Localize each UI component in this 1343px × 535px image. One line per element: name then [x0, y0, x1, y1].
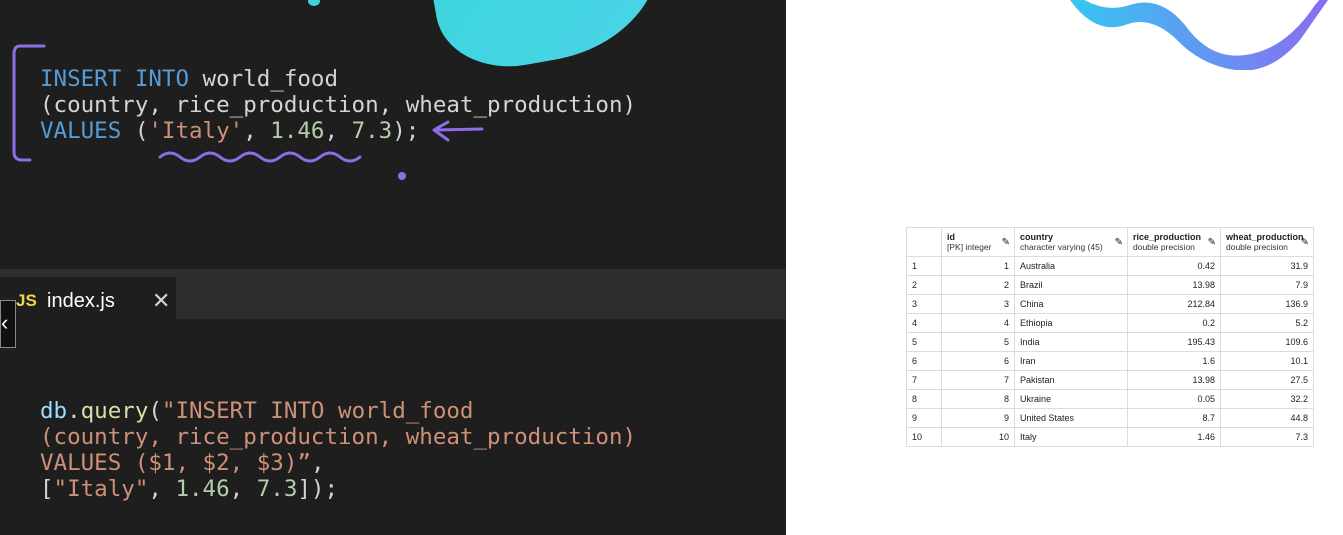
js-string: "INSERT INTO world_food — [161, 398, 474, 424]
table-header-row: id [PK] integer ✎ country character varying… — [906, 227, 1314, 257]
pencil-icon[interactable]: ✎ — [1115, 237, 1123, 248]
js-string: "Italy" — [53, 476, 149, 502]
tab-label[interactable]: index.js — [47, 290, 115, 313]
column-header-rice-production[interactable]: rice_production double precision ✎ — [1127, 227, 1221, 257]
js-number: 7.3 — [256, 476, 298, 502]
sql-insert-snippet: INSERT INTO world_food (country, rice_pr… — [40, 66, 637, 144]
table-row[interactable]: 7 7 Pakistan 13.98 27.5 — [906, 370, 1314, 390]
column-header-wheat-production[interactable]: wheat_production double precision ✎ — [1220, 227, 1314, 257]
sql-number-value: 7.3 — [351, 118, 393, 144]
back-arrow-button[interactable]: ‹ — [0, 300, 16, 348]
world-food-table: id [PK] integer ✎ country character varying… — [906, 227, 1314, 447]
sql-number-value: 1.46 — [270, 118, 325, 144]
purple-dot-annotation — [398, 172, 406, 180]
table-row[interactable]: 1 1 Australia 0.42 31.9 — [906, 256, 1314, 276]
purple-squiggle-annotation — [158, 151, 362, 163]
row-number-header — [906, 227, 942, 257]
table-row[interactable]: 4 4 Ethiopia 0.2 5.2 — [906, 313, 1314, 333]
js-query-snippet: db.query("INSERT INTO world_food (countr… — [40, 398, 637, 502]
table-row[interactable]: 5 5 India 195.43 109.6 — [906, 332, 1314, 352]
sql-keyword: VALUES — [40, 118, 122, 144]
table-row[interactable]: 9 9 United States 8.7 44.8 — [906, 408, 1314, 428]
table-row[interactable]: 2 2 Brazil 13.98 7.9 — [906, 275, 1314, 295]
js-string: (country, rice_production, wheat_product… — [40, 424, 637, 450]
table-row[interactable]: 8 8 Ukraine 0.05 32.2 — [906, 389, 1314, 409]
code-slide-panel: INSERT INTO world_food (country, rice_pr… — [0, 0, 786, 535]
pencil-icon[interactable]: ✎ — [1208, 237, 1216, 248]
column-header-country[interactable]: country character varying (45) ✎ — [1014, 227, 1128, 257]
sql-string-value: 'Italy' — [148, 118, 244, 144]
pencil-icon[interactable]: ✎ — [1002, 237, 1010, 248]
js-string: VALUES ($1, $2, $3)” — [40, 450, 311, 476]
column-header-id[interactable]: id [PK] integer ✎ — [941, 227, 1015, 257]
sql-columns: (country, rice_production, wheat_product… — [40, 92, 637, 118]
js-method: query — [80, 398, 149, 424]
close-icon[interactable]: ✕ — [152, 288, 170, 314]
js-number: 1.46 — [175, 476, 230, 502]
js-object: db — [40, 398, 68, 424]
blue-wave-decoration — [1070, 0, 1328, 70]
table-row[interactable]: 6 6 Iran 1.6 10.1 — [906, 351, 1314, 371]
table-row[interactable]: 10 10 Italy 1.46 7.3 — [906, 427, 1314, 447]
sql-keyword: INSERT INTO — [40, 66, 190, 92]
javascript-file-icon: JS — [16, 291, 37, 310]
pencil-icon[interactable]: ✎ — [1301, 237, 1309, 248]
table-row[interactable]: 3 3 China 212.84 136.9 — [906, 294, 1314, 314]
